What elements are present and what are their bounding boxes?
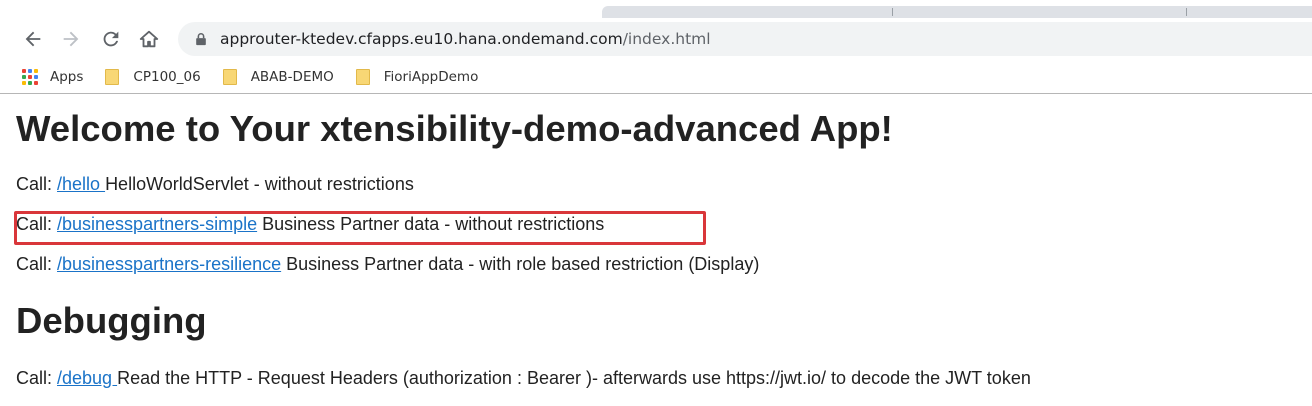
bookmark-label: ABAB-DEMO [250, 68, 334, 85]
apps-grid-icon [22, 68, 38, 85]
home-icon [139, 30, 159, 48]
bookmark-label: Apps [50, 68, 84, 85]
url-host: approuter-ktedev.cfapps.eu10.hana.ondema… [220, 30, 623, 48]
inactive-tab-area[interactable] [602, 6, 1312, 18]
browser-toolbar: approuter-ktedev.cfapps.eu10.hana.ondema… [0, 18, 1312, 60]
businesspartners-simple-link[interactable]: /businesspartners-simple [57, 214, 257, 234]
call-line-businesspartners-resilience: Call: /businesspartners-resilience Busin… [16, 254, 759, 275]
bookmark-cp100[interactable]: CP100_06 [105, 68, 201, 85]
reload-icon [103, 31, 119, 47]
bookmarks-bar: Apps CP100_06 ABAB-DEMO FioriAppDemo [0, 60, 1312, 94]
active-tab[interactable] [8, 0, 308, 16]
call-description: Business Partner data - with role based … [281, 254, 760, 274]
reload-button[interactable] [96, 24, 126, 54]
call-prefix: Call: [16, 254, 58, 274]
lock-icon[interactable] [192, 30, 210, 48]
bookmark-abab-demo[interactable]: ABAB-DEMO [222, 68, 334, 85]
bookmark-apps[interactable]: Apps [22, 68, 84, 85]
call-line-hello: Call: /hello HelloWorldServlet - without… [16, 174, 414, 195]
call-prefix: Call: [16, 368, 58, 388]
url-path: /index.html [622, 30, 711, 48]
call-description: Business Partner data - without restrict… [257, 214, 605, 234]
page-title: Welcome to Your xtensibility-demo-advanc… [16, 108, 893, 149]
call-line-businesspartners-simple: Call: /businesspartners-simple Business … [16, 214, 604, 235]
tab-separator [1186, 8, 1187, 16]
call-line-debug: Call: /debug Read the HTTP - Request Hea… [16, 368, 1031, 389]
bookmark-fioriappdemo[interactable]: FioriAppDemo [355, 68, 479, 85]
folder-icon [222, 68, 237, 85]
arrow-right-icon [63, 31, 79, 47]
arrow-left-icon [25, 31, 41, 47]
debugging-heading: Debugging [16, 300, 207, 341]
tab-strip [0, 0, 1312, 18]
folder-icon [355, 68, 370, 85]
home-button[interactable] [134, 24, 164, 54]
businesspartners-resilience-link[interactable]: /businesspartners-resilience [57, 254, 281, 274]
forward-button[interactable] [56, 24, 86, 54]
call-description: Read the HTTP - Request Headers (authori… [117, 368, 1031, 388]
address-bar[interactable]: approuter-ktedev.cfapps.eu10.hana.ondema… [178, 22, 1312, 56]
url-text[interactable]: approuter-ktedev.cfapps.eu10.hana.ondema… [220, 30, 711, 48]
call-prefix: Call: [16, 174, 58, 194]
tab-separator [892, 8, 893, 16]
bookmark-label: FioriAppDemo [383, 68, 479, 85]
hello-link[interactable]: /hello [57, 174, 105, 194]
debug-link[interactable]: /debug [57, 368, 117, 388]
call-description: HelloWorldServlet - without restrictions [105, 174, 414, 194]
back-button[interactable] [18, 24, 48, 54]
folder-icon [105, 68, 120, 85]
call-prefix: Call: [16, 214, 58, 234]
bookmark-label: CP100_06 [133, 68, 201, 85]
